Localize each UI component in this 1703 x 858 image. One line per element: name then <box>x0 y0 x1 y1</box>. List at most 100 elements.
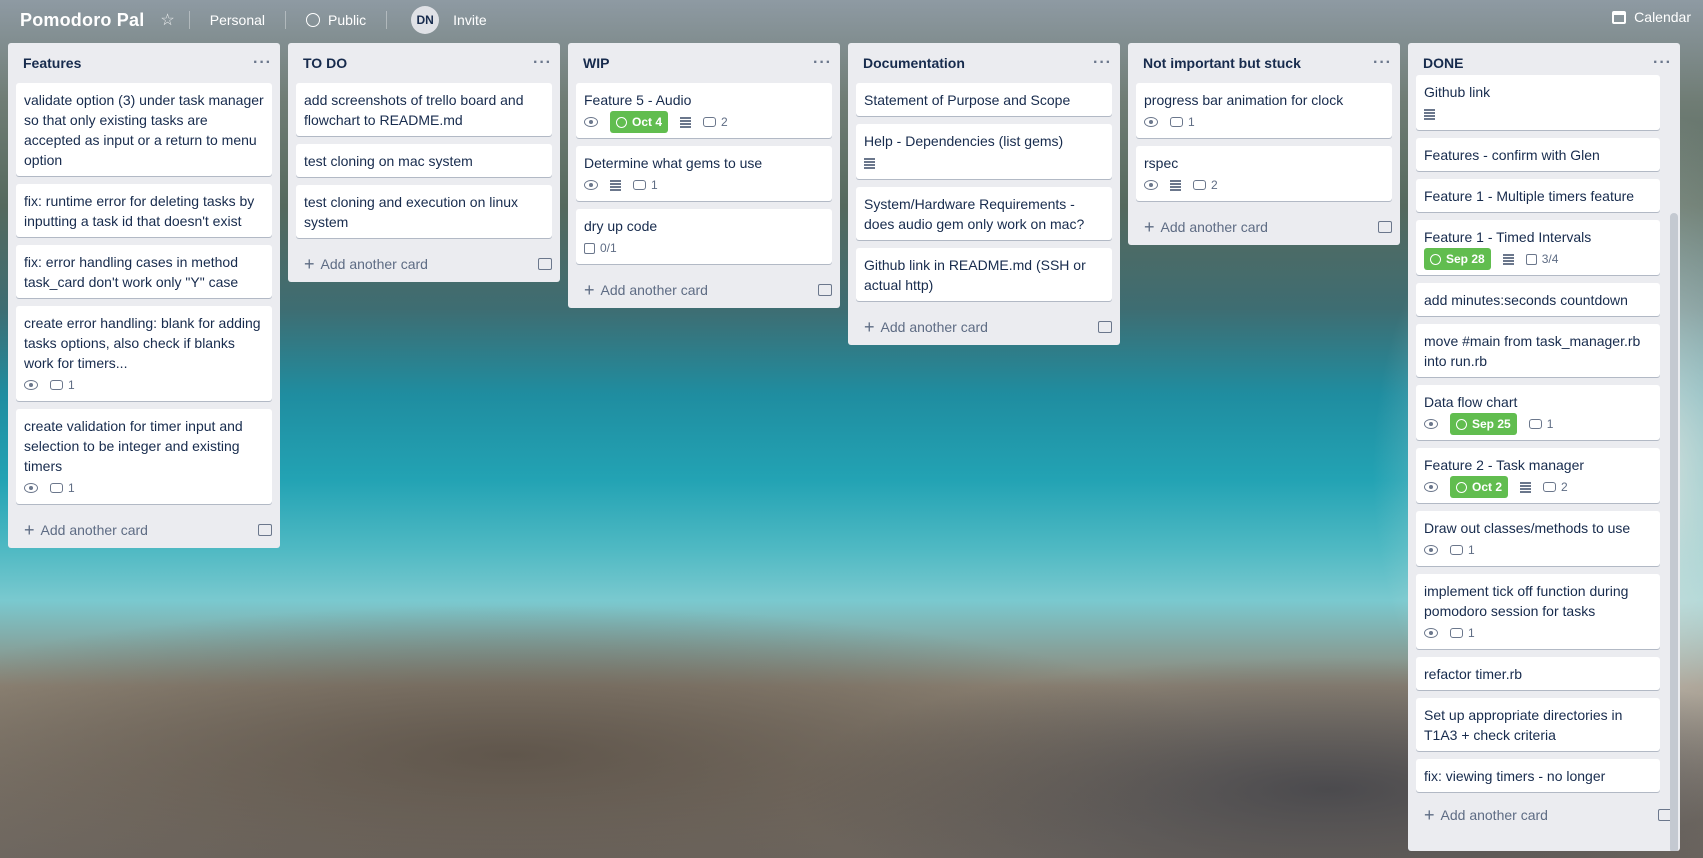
list-title[interactable]: TO DO <box>303 55 533 71</box>
list-card[interactable]: dry up code 0/1 <box>576 209 832 264</box>
list-card[interactable]: progress bar animation for clock 1 <box>1136 83 1392 138</box>
add-card-button[interactable]: + Add another card <box>288 246 560 282</box>
list-card[interactable]: Features - confirm with Glen <box>1416 138 1660 171</box>
list-scrollbar[interactable] <box>1670 213 1678 851</box>
list-card[interactable]: Feature 1 - Timed Intervals Sep 28 3/4 <box>1416 220 1660 275</box>
add-card-button[interactable]: + Add another card <box>1128 209 1400 245</box>
due-date: Sep 28 <box>1446 252 1485 266</box>
card-template-icon[interactable] <box>258 524 272 536</box>
card-template-icon[interactable] <box>818 284 832 296</box>
list-card[interactable]: test cloning and execution on linux syst… <box>296 185 552 238</box>
list-header: Documentation ··· <box>848 43 1120 83</box>
list-title[interactable]: DONE <box>1423 55 1653 71</box>
card-title: refactor timer.rb <box>1424 666 1523 682</box>
card-badges: Sep 28 3/4 <box>1424 248 1652 270</box>
card-title: System/Hardware Requirements - does audi… <box>864 196 1085 232</box>
comment-icon <box>703 117 717 127</box>
card-template-icon[interactable] <box>1098 321 1112 333</box>
add-card-button[interactable]: + Add another card <box>8 512 280 548</box>
list-card[interactable]: refactor timer.rb <box>1416 657 1660 690</box>
list-title[interactable]: WIP <box>583 55 813 71</box>
list-card[interactable]: Draw out classes/methods to use 1 <box>1416 511 1660 566</box>
eye-icon <box>1424 419 1438 429</box>
add-card-button[interactable]: + Add another card <box>568 272 840 308</box>
add-card-button[interactable]: + Add another card <box>848 309 1120 345</box>
card-template-icon[interactable] <box>1378 221 1392 233</box>
list-card[interactable]: rspec 2 <box>1136 146 1392 201</box>
list-card[interactable]: Feature 1 - Multiple timers feature <box>1416 179 1660 212</box>
clock-icon <box>1456 418 1467 430</box>
add-card-label: Add another card <box>1160 219 1268 235</box>
list-card[interactable]: Data flow chart Sep 25 1 <box>1416 385 1660 440</box>
comment-count: 2 <box>721 115 728 129</box>
card-title: rspec <box>1144 155 1179 171</box>
comments-badge: 1 <box>1528 414 1554 434</box>
comment-count: 1 <box>1468 543 1475 557</box>
list-title[interactable]: Documentation <box>863 55 1093 71</box>
list-card[interactable]: add minutes:seconds countdown <box>1416 283 1660 316</box>
more-icon[interactable]: ··· <box>1093 54 1112 72</box>
card-badges: 1 <box>1424 540 1652 560</box>
more-icon[interactable]: ··· <box>533 54 552 72</box>
card-title: Github link in README.md (SSH or actual … <box>864 257 1086 293</box>
list-card[interactable]: create validation for timer input and se… <box>16 409 272 504</box>
card-title: create error handling: blank for adding … <box>24 315 261 371</box>
add-card-label: Add another card <box>320 256 428 272</box>
list-card[interactable]: Statement of Purpose and Scope <box>856 83 1112 116</box>
board-header: Pomodoro Pal ☆ Personal Public DN Invite… <box>0 0 1703 40</box>
list-card[interactable]: Help - Dependencies (list gems) <box>856 124 1112 179</box>
card-title: fix: error handling cases in method task… <box>24 254 239 290</box>
list-card[interactable]: Feature 2 - Task manager Oct 2 2 <box>1416 448 1660 503</box>
due-date: Sep 25 <box>1472 417 1511 431</box>
list-card[interactable]: Determine what gems to use 1 <box>576 146 832 201</box>
list-card[interactable]: Feature 5 - Audio Oct 4 2 <box>576 83 832 138</box>
list-card[interactable]: create error handling: blank for adding … <box>16 306 272 401</box>
star-icon[interactable]: ☆ <box>160 10 174 30</box>
add-card-label: Add another card <box>600 282 708 298</box>
add-card-button[interactable]: + Add another card <box>1408 797 1680 833</box>
board-title[interactable]: Pomodoro Pal <box>20 10 144 31</box>
more-icon[interactable]: ··· <box>813 54 832 72</box>
clock-icon <box>616 116 627 128</box>
more-icon[interactable]: ··· <box>253 54 272 72</box>
list-title[interactable]: Not important but stuck <box>1143 55 1373 71</box>
add-card-label: Add another card <box>1440 807 1548 823</box>
list-card[interactable]: fix: runtime error for deleting tasks by… <box>16 184 272 237</box>
comment-count: 1 <box>1546 417 1554 431</box>
list-card[interactable]: test cloning on mac system <box>296 144 552 177</box>
due-date-badge[interactable]: Oct 2 <box>1450 476 1509 498</box>
card-title: test cloning on mac system <box>304 153 473 169</box>
list-card[interactable]: Github link <box>1416 75 1660 130</box>
list-card[interactable]: add screenshots of trello board and flow… <box>296 83 552 136</box>
due-date-badge[interactable]: Sep 25 <box>1450 413 1517 435</box>
list-card[interactable]: Set up appropriate directories in T1A3 +… <box>1416 698 1660 751</box>
card-title: Feature 1 - Timed Intervals <box>1424 229 1592 245</box>
list-card[interactable]: System/Hardware Requirements - does audi… <box>856 187 1112 240</box>
comment-icon <box>1528 419 1542 429</box>
visibility-button[interactable]: Public <box>300 8 372 32</box>
team-button[interactable]: Personal <box>204 8 271 32</box>
due-date-badge[interactable]: Sep 28 <box>1424 248 1491 270</box>
card-template-icon[interactable] <box>538 258 552 270</box>
more-icon[interactable]: ··· <box>1373 54 1392 72</box>
globe-icon <box>306 13 321 27</box>
checklist-count: 3/4 <box>1541 252 1559 266</box>
list-card[interactable]: Github link in README.md (SSH or actual … <box>856 248 1112 301</box>
list-card[interactable]: fix: error handling cases in method task… <box>16 245 272 298</box>
more-icon[interactable]: ··· <box>1653 54 1672 72</box>
watch-badge <box>584 117 598 127</box>
calendar-button[interactable]: Calendar <box>1612 9 1691 25</box>
list-title[interactable]: Features <box>23 55 253 71</box>
list-card[interactable]: move #main from task_manager.rb into run… <box>1416 324 1660 377</box>
checklist-badge: 3/4 <box>1525 249 1559 269</box>
avatar[interactable]: DN <box>411 6 440 34</box>
list-card[interactable]: validate option (3) under task manager s… <box>16 83 272 176</box>
invite-button[interactable]: Invite <box>447 8 492 32</box>
list: TO DO ··· add screenshots of trello board … <box>288 43 560 282</box>
list-card[interactable]: fix: viewing timers - no longer <box>1416 759 1660 792</box>
eye-icon <box>584 117 598 127</box>
due-date-badge[interactable]: Oct 4 <box>610 111 669 133</box>
list-header: TO DO ··· <box>288 43 560 83</box>
list-card[interactable]: implement tick off function during pomod… <box>1416 574 1660 649</box>
card-title: Feature 1 - Multiple timers feature <box>1424 188 1635 204</box>
